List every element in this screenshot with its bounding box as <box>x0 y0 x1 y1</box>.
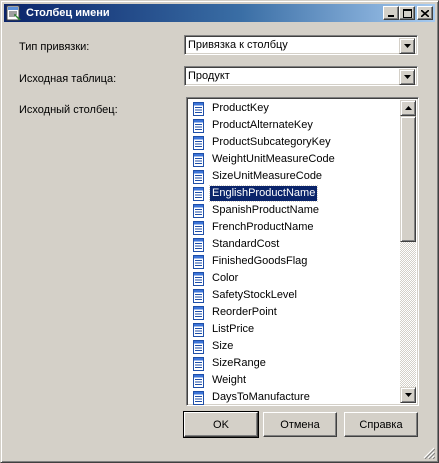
list-item-label: ProductAlternateKey <box>212 119 313 131</box>
list-item[interactable]: Weight <box>189 372 401 389</box>
list-item[interactable]: ListPrice <box>189 321 401 338</box>
dialog-window: Столбец имени Тип привязки: Привязка к с… <box>0 0 439 463</box>
list-item[interactable]: DaysToManufacture <box>189 389 401 405</box>
list-item[interactable]: FinishedGoodsFlag <box>189 253 401 270</box>
table-column-icon <box>193 152 204 167</box>
table-column-icon <box>193 305 204 320</box>
list-item-label: FrenchProductName <box>212 221 314 233</box>
table-column-icon <box>193 203 204 218</box>
maximize-icon <box>402 8 412 18</box>
table-column-icon <box>193 322 204 337</box>
table-column-icon <box>193 118 204 133</box>
list-item-label: WeightUnitMeasureCode <box>212 153 335 165</box>
list-item[interactable]: FrenchProductName <box>189 219 401 236</box>
table-column-icon <box>193 237 204 252</box>
close-icon <box>421 9 429 17</box>
scroll-thumb[interactable] <box>400 116 416 242</box>
list-item-label: ProductSubcategoryKey <box>212 136 331 148</box>
list-item[interactable]: StandardCost <box>189 236 401 253</box>
table-column-icon <box>193 254 204 269</box>
list-item[interactable]: EnglishProductName <box>189 185 401 202</box>
chevron-up-icon <box>404 106 412 110</box>
source-table-dropdown-button[interactable] <box>399 69 415 85</box>
minimize-button[interactable] <box>383 6 399 20</box>
table-column-icon <box>193 390 204 405</box>
list-item-label: ReorderPoint <box>212 306 277 318</box>
list-item-label: SizeRange <box>212 357 266 369</box>
title-bar[interactable]: Столбец имени <box>4 4 435 22</box>
minimize-icon <box>388 14 394 17</box>
list-item[interactable]: SizeRange <box>189 355 401 372</box>
list-item-label: SizeUnitMeasureCode <box>212 170 323 182</box>
list-item-label: FinishedGoodsFlag <box>212 255 308 267</box>
chevron-down-icon <box>403 75 411 79</box>
source-table-value: Продукт <box>188 70 230 82</box>
binding-type-value: Привязка к столбцу <box>188 39 288 51</box>
list-item-label: Size <box>212 340 234 352</box>
scroll-up-button[interactable] <box>400 100 416 116</box>
list-item-label: ListPrice <box>212 323 255 335</box>
list-item[interactable]: Color <box>189 270 401 287</box>
ok-button[interactable]: OK <box>183 411 259 438</box>
resize-grip-icon[interactable] <box>423 447 435 459</box>
table-column-icon <box>193 186 204 201</box>
list-item[interactable]: Size <box>189 338 401 355</box>
window-title: Столбец имени <box>26 7 110 19</box>
list-item-label: Weight <box>212 374 247 386</box>
list-item[interactable]: SizeUnitMeasureCode <box>189 168 401 185</box>
close-button[interactable] <box>417 6 433 20</box>
table-column-icon <box>193 339 204 354</box>
binding-type-label: Тип привязки: <box>19 41 90 53</box>
table-column-icon <box>193 271 204 286</box>
cancel-button[interactable]: Отмена <box>263 412 337 437</box>
column-properties-icon <box>6 5 21 21</box>
list-item[interactable]: ProductKey <box>189 100 401 117</box>
source-column-label: Исходный столбец: <box>19 104 118 116</box>
list-item[interactable]: WeightUnitMeasureCode <box>189 151 401 168</box>
table-column-icon <box>193 101 204 116</box>
list-item[interactable]: SafetyStockLevel <box>189 287 401 304</box>
list-item-label: Color <box>212 272 239 284</box>
chevron-down-icon <box>404 393 412 397</box>
list-item-label: DaysToManufacture <box>212 391 310 403</box>
list-scrollbar[interactable] <box>400 100 416 403</box>
list-item-label: SafetyStockLevel <box>212 289 297 301</box>
binding-type-dropdown-button[interactable] <box>399 38 415 54</box>
table-column-icon <box>193 356 204 371</box>
list-item-label: StandardCost <box>212 238 280 250</box>
list-item-label: ProductKey <box>212 102 269 114</box>
table-column-icon <box>193 220 204 235</box>
table-column-icon <box>193 373 204 388</box>
source-table-select[interactable]: Продукт <box>184 66 418 86</box>
source-table-label: Исходная таблица: <box>19 73 117 85</box>
table-column-icon <box>193 169 204 184</box>
list-item[interactable]: SpanishProductName <box>189 202 401 219</box>
chevron-down-icon <box>403 44 411 48</box>
list-item-label: SpanishProductName <box>212 204 320 216</box>
source-column-items: ProductKey ProductAlternateKey ProductSubc… <box>189 100 401 405</box>
binding-type-select[interactable]: Привязка к столбцу <box>184 35 418 55</box>
maximize-button[interactable] <box>399 6 415 20</box>
scroll-down-button[interactable] <box>400 387 416 403</box>
help-button[interactable]: Справка <box>344 412 418 437</box>
list-item[interactable]: ProductSubcategoryKey <box>189 134 401 151</box>
list-item[interactable]: ProductAlternateKey <box>189 117 401 134</box>
list-item[interactable]: ReorderPoint <box>189 304 401 321</box>
source-column-list[interactable]: ProductKey ProductAlternateKey ProductSubc… <box>186 97 419 406</box>
table-column-icon <box>193 288 204 303</box>
table-column-icon <box>193 135 204 150</box>
list-item-label: EnglishProductName <box>208 185 319 202</box>
